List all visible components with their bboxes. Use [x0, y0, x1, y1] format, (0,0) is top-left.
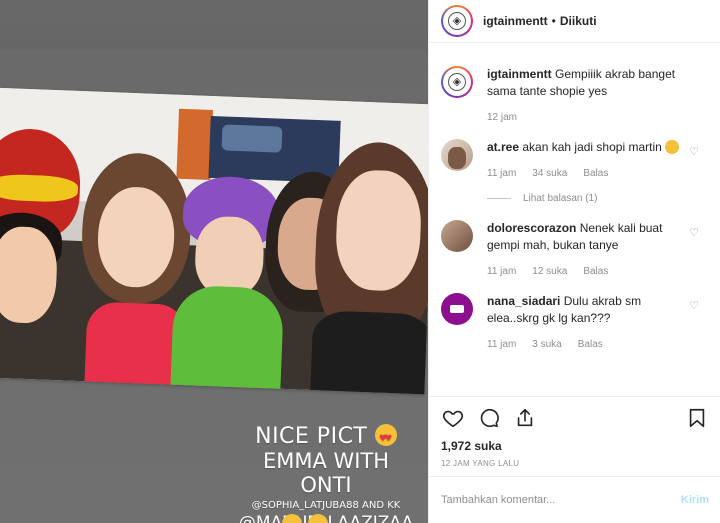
comment-likes[interactable]: 3 suka: [532, 339, 561, 350]
caption-time[interactable]: 12 jam: [487, 112, 517, 123]
list-item: dolorescorazon Nenek kali buat gempi mah…: [441, 220, 709, 277]
bookmark-icon[interactable]: [685, 406, 709, 430]
comments-list[interactable]: igtainmentt Gempiiik akrab banget sama t…: [429, 44, 720, 396]
young-woman: [309, 140, 428, 395]
like-comment-heart-icon[interactable]: ♡: [689, 226, 699, 239]
caption-username[interactable]: igtainmentt: [487, 67, 552, 81]
story-line-nice-pict: NICE PICT: [255, 424, 368, 449]
view-replies-label: Lihat balasan (1): [523, 193, 598, 204]
story-line-emma: EMMA WITH ONTI: [262, 449, 390, 497]
list-item: nana_siadari Dulu akrab sm elea..skrg gk…: [441, 293, 709, 350]
emoji-icon: [282, 514, 302, 523]
send-button[interactable]: Kirim: [681, 494, 709, 506]
story-sticker-text: NICE PICT EMMA WITH ONTI @SOPHIA_LATJUBA…: [236, 424, 416, 523]
heart-icon[interactable]: [441, 406, 465, 430]
image-top-band: [0, 0, 428, 50]
like-comment-heart-icon[interactable]: ♡: [689, 299, 699, 312]
header-username[interactable]: igtainmentt: [483, 14, 548, 28]
reply-button[interactable]: Balas: [578, 339, 603, 350]
post-actions: 1,972 suka 12 JAM YANG LALU: [429, 396, 720, 468]
reply-button[interactable]: Balas: [583, 168, 608, 179]
caption: igtainmentt Gempiiik akrab banget sama t…: [441, 66, 709, 123]
instagram-post-view: NICE PICT EMMA WITH ONTI @SOPHIA_LATJUBA…: [0, 0, 720, 523]
post-timestamp[interactable]: 12 JAM YANG LALU: [441, 459, 709, 468]
comment-text: akan kah jadi shopi martin: [522, 140, 662, 154]
reply-button[interactable]: Balas: [583, 266, 608, 277]
like-comment-heart-icon[interactable]: ♡: [689, 145, 699, 158]
divider: [487, 198, 511, 199]
comment-username[interactable]: nana_siadari: [487, 294, 560, 308]
comment-likes[interactable]: 34 suka: [532, 168, 567, 179]
group-photo: [0, 87, 428, 395]
bottom-emojis: [282, 514, 334, 523]
comment-time[interactable]: 11 jam: [487, 339, 516, 350]
comment-username[interactable]: at.ree: [487, 140, 519, 154]
comment-icon[interactable]: [477, 406, 501, 430]
post-sidebar: igtainmentt • Diikuti igtainmentt Gempii…: [428, 0, 720, 523]
list-item: at.ree akan kah jadi shopi martin 11 jam…: [441, 139, 709, 179]
avatar[interactable]: [441, 293, 473, 325]
avatar[interactable]: [441, 220, 473, 252]
header-separator: •: [551, 14, 556, 28]
likes-count[interactable]: 1,972 suka: [441, 439, 709, 453]
comment-likes[interactable]: 12 suka: [532, 266, 567, 277]
avatar[interactable]: [441, 139, 473, 171]
avatar[interactable]: [441, 66, 473, 98]
smile-emoji-icon: [665, 140, 680, 154]
post-header: igtainmentt • Diikuti: [429, 0, 720, 43]
post-image[interactable]: NICE PICT EMMA WITH ONTI @SOPHIA_LATJUBA…: [0, 0, 428, 523]
view-replies-button[interactable]: Lihat balasan (1): [487, 193, 709, 204]
avatar[interactable]: [441, 5, 473, 37]
heart-eyes-emoji-icon: [374, 424, 397, 451]
share-icon[interactable]: [513, 406, 537, 430]
comment-input[interactable]: Tambahkan komentar...: [441, 494, 681, 506]
add-comment-bar: Tambahkan komentar... Kirim: [429, 476, 720, 523]
comment-username[interactable]: dolorescorazon: [487, 221, 576, 235]
comment-time[interactable]: 11 jam: [487, 266, 516, 277]
comment-time[interactable]: 11 jam: [487, 168, 516, 179]
following-button[interactable]: Diikuti: [560, 14, 597, 28]
emoji-icon: [308, 514, 328, 523]
story-line-mentions: @SOPHIA_LATJUBA88 AND KK: [251, 500, 401, 511]
